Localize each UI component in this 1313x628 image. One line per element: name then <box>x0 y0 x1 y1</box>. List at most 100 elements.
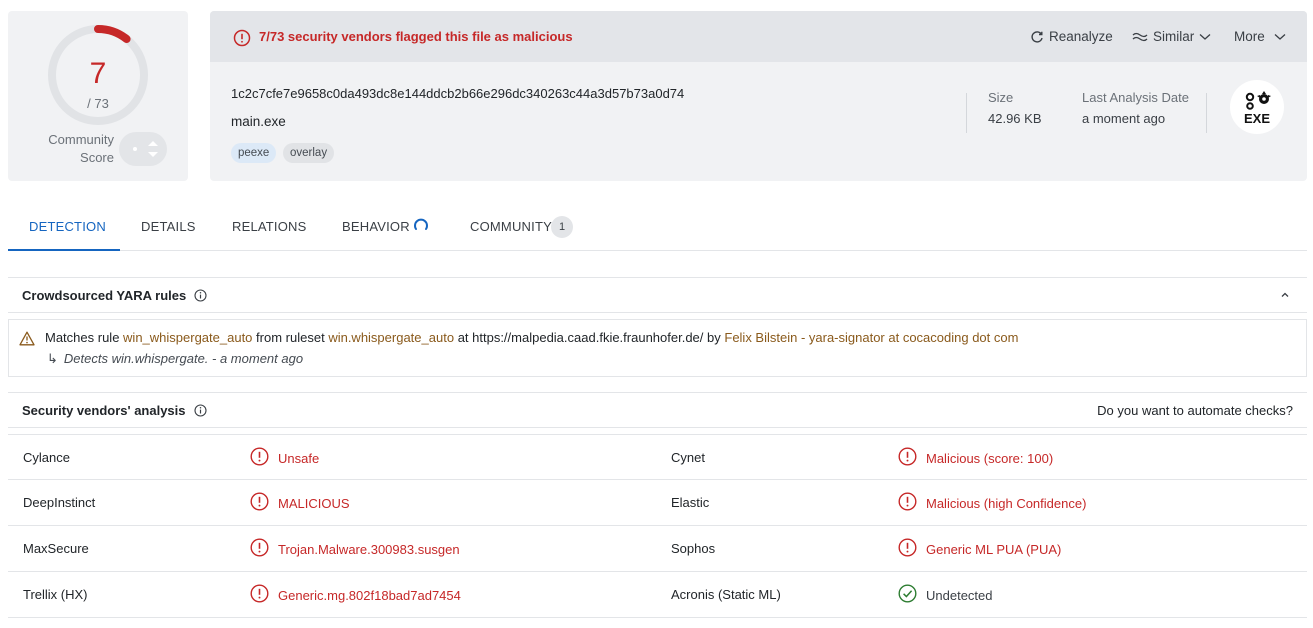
yara-match: Matches rule win_whispergate_auto from r… <box>8 319 1307 377</box>
community-count-badge: 1 <box>551 216 573 238</box>
detection-count: 7 <box>89 57 107 90</box>
vote-up-icon[interactable] <box>148 141 158 146</box>
tab-detection[interactable]: DETECTION <box>29 219 106 234</box>
info-icon[interactable] <box>194 289 207 302</box>
yara-section-header[interactable]: Crowdsourced YARA rules <box>8 277 1307 313</box>
gears-icon <box>1245 91 1271 110</box>
vendor-result-text: Malicious (score: 100) <box>926 450 1054 466</box>
file-summary-card: 7/73 security vendors flagged this file … <box>210 11 1307 181</box>
size-value: 42.96 KB <box>988 111 1042 126</box>
community-label-line1: Community <box>48 132 114 147</box>
vendors-section-header: Security vendors' analysis Do you want t… <box>8 392 1307 428</box>
more-label: More <box>1234 29 1265 44</box>
chevron-down-icon <box>1199 33 1211 40</box>
vendor-result-text: Malicious (high Confidence) <box>926 495 1087 511</box>
alert-circle-icon <box>250 447 269 466</box>
chevron-down-icon <box>1274 33 1286 40</box>
alert-circle-icon <box>898 538 917 557</box>
detection-total: / 73 <box>87 96 109 111</box>
detection-score-card: 7 / 73 Community Score <box>8 11 188 181</box>
yara-mid: from ruleset <box>256 330 325 345</box>
vendor-row: MaxSecure Trojan.Malware.300983.susgen S… <box>8 526 1307 572</box>
file-name: main.exe <box>231 114 286 129</box>
tab-bar: DETECTION DETAILS RELATIONS BEHAVIOR COM… <box>8 205 1307 251</box>
vendors-title: Security vendors' analysis <box>22 403 207 418</box>
more-dropdown[interactable]: More <box>1234 29 1286 44</box>
vendor-name: Trellix (HX) <box>23 587 88 602</box>
yara-rule-link[interactable]: win_whispergate_auto <box>123 330 252 345</box>
divider <box>966 93 967 133</box>
tab-community[interactable]: COMMUNITY <box>470 219 552 234</box>
community-label-line2: Score <box>80 150 114 165</box>
vendor-result-text: Generic.mg.802f18bad7ad7454 <box>278 587 461 603</box>
alert-circle-icon <box>898 447 917 466</box>
tag-overlay[interactable]: overlay <box>283 143 335 163</box>
community-vote-toggle[interactable] <box>119 132 167 166</box>
vendor-result: Trojan.Malware.300983.susgen <box>250 538 460 557</box>
tab-details[interactable]: DETAILS <box>141 219 196 234</box>
community-score-label: Community Score <box>30 131 114 167</box>
yara-source: at https://malpedia.caad.fkie.fraunhofer… <box>457 330 721 345</box>
vendor-result: MALICIOUS <box>250 492 350 511</box>
tab-relations[interactable]: RELATIONS <box>232 219 307 234</box>
yara-title: Crowdsourced YARA rules <box>22 288 207 303</box>
similar-waves-icon <box>1132 32 1148 41</box>
check-circle-icon <box>898 584 917 603</box>
yara-author-link[interactable]: Felix Bilstein - yara-signator at cocaco… <box>724 330 1018 345</box>
active-tab-indicator <box>8 249 120 251</box>
alert-circle-icon <box>233 29 251 47</box>
divider <box>1206 93 1207 133</box>
vendor-name: MaxSecure <box>23 541 89 556</box>
tag-peexe[interactable]: peexe <box>231 143 277 163</box>
vendor-name: Acronis (Static ML) <box>671 587 781 602</box>
vendor-result-text: Trojan.Malware.300983.susgen <box>278 541 460 557</box>
vendor-row: Cylance Unsafe Cynet Malicious (score: 1… <box>8 434 1307 480</box>
tab-behavior[interactable]: BEHAVIOR <box>342 219 410 234</box>
similar-label: Similar <box>1153 29 1195 44</box>
vendor-name: Cylance <box>23 450 70 465</box>
yara-title-text: Crowdsourced YARA rules <box>22 288 187 303</box>
file-hash[interactable]: 1c2c7cfe7e9658c0da493dc8e144ddcb2b66e296… <box>231 86 684 101</box>
vendor-name: Elastic <box>671 495 710 510</box>
file-type-badge: EXE <box>1230 80 1284 134</box>
vote-dot-icon <box>133 147 137 151</box>
chevron-up-icon[interactable] <box>1281 291 1289 299</box>
file-type-label: EXE <box>1243 111 1270 126</box>
vendor-name: Cynet <box>671 450 705 465</box>
alert-bar: 7/73 security vendors flagged this file … <box>210 11 1307 62</box>
vote-down-icon[interactable] <box>148 152 158 157</box>
detection-gauge: 7 / 73 <box>46 23 150 127</box>
automate-checks-link[interactable]: Do you want to automate checks? <box>1097 403 1293 418</box>
alert-circle-icon <box>898 492 917 511</box>
alert-circle-icon <box>250 492 269 511</box>
vendor-result: Generic.mg.802f18bad7ad7454 <box>250 584 461 603</box>
info-icon[interactable] <box>193 404 207 417</box>
refresh-icon <box>1031 30 1043 43</box>
vendor-result: Unsafe <box>250 447 319 466</box>
reanalyze-label: Reanalyze <box>1049 29 1113 44</box>
yara-detects: ↳ Detects win.whispergate. - a moment ago <box>47 351 303 367</box>
vendor-result: Malicious (score: 100) <box>898 447 1054 466</box>
vendor-row: Trellix (HX) Generic.mg.802f18bad7ad7454… <box>8 572 1307 618</box>
loading-spinner-icon <box>414 218 428 230</box>
vendor-name: DeepInstinct <box>23 495 96 510</box>
alert-circle-icon <box>250 584 269 603</box>
reply-arrow-icon: ↳ <box>47 351 58 366</box>
warning-triangle-icon <box>19 331 35 346</box>
vendor-result: Generic ML PUA (PUA) <box>898 538 1062 557</box>
alert-text: 7/73 security vendors flagged this file … <box>259 29 573 44</box>
size-label: Size <box>988 90 1014 105</box>
yara-detects-text: Detects win.whispergate. - a moment ago <box>63 351 304 366</box>
yara-prefix: Matches rule <box>45 330 120 345</box>
similar-dropdown[interactable]: Similar <box>1132 29 1211 44</box>
alert-circle-icon <box>250 538 269 557</box>
vendor-result: Undetected <box>898 584 993 603</box>
vendor-name: Sophos <box>671 541 716 556</box>
last-analysis-value: a moment ago <box>1082 111 1166 126</box>
reanalyze-button[interactable]: Reanalyze <box>1030 29 1113 44</box>
yara-ruleset-link[interactable]: win.whispergate_auto <box>328 330 454 345</box>
vendor-result-text: Generic ML PUA (PUA) <box>926 541 1062 557</box>
last-analysis-label: Last Analysis Date <box>1082 90 1189 105</box>
yara-match-line: Matches rule win_whispergate_auto from r… <box>45 330 1018 345</box>
vendor-result: Malicious (high Confidence) <box>898 492 1087 511</box>
